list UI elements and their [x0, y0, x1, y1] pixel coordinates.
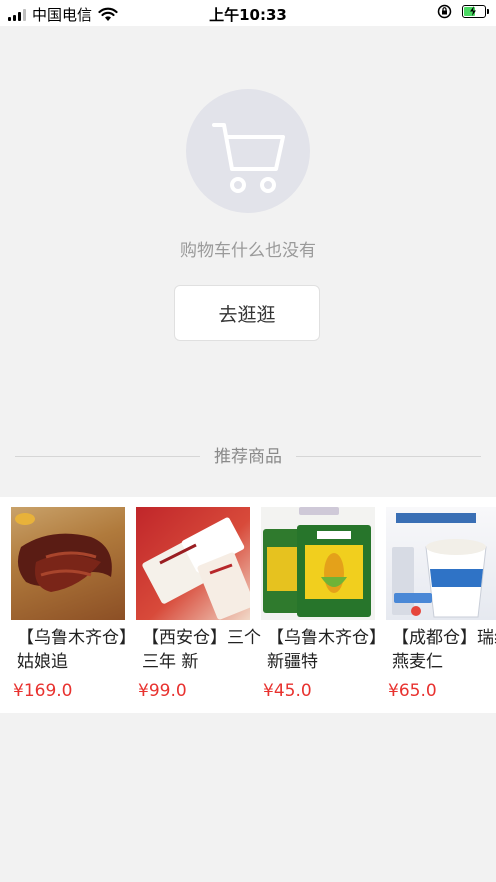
- divider-right: [296, 456, 481, 457]
- corn-powder-bag-image[interactable]: [261, 507, 375, 620]
- status-right: [437, 4, 489, 19]
- empty-cart-illustration: [186, 89, 310, 213]
- product-card[interactable]: 【乌鲁木齐仓】姑娘追 ¥169.0: [11, 507, 136, 701]
- product-name[interactable]: 【西安仓】三个三年 新: [142, 626, 262, 674]
- product-price: ¥65.0: [388, 681, 437, 701]
- product-card[interactable]: 【乌鲁木齐仓】新疆特 ¥45.0: [261, 507, 386, 701]
- clock: 上午10:33: [209, 6, 287, 24]
- battery-icon: [462, 5, 489, 18]
- product-price: ¥169.0: [13, 681, 73, 701]
- product-list: 【乌鲁木齐仓】姑娘追 ¥169.0 【西安仓】三个三年 新 ¥99.0 【乌鲁木…: [0, 497, 496, 713]
- orientation-lock-icon: [437, 4, 452, 19]
- product-card[interactable]: 【西安仓】三个三年 新 ¥99.0: [136, 507, 261, 701]
- charging-bolt-icon: [470, 6, 476, 16]
- product-name[interactable]: 【成都仓】瑞缘燕麦仁: [392, 626, 496, 674]
- empty-cart-message: 购物车什么也没有: [180, 241, 316, 261]
- product-name[interactable]: 【乌鲁木齐仓】姑娘追: [17, 626, 137, 674]
- cart-icon: [212, 123, 285, 193]
- product-price: ¥99.0: [138, 681, 187, 701]
- go-shopping-button[interactable]: 去逛逛: [174, 285, 320, 341]
- product-card[interactable]: 【成都仓】瑞缘燕麦仁 ¥65.0: [386, 507, 496, 701]
- oat-yogurt-cup-image[interactable]: [386, 507, 496, 620]
- milk-tea-box-image[interactable]: [136, 507, 250, 620]
- product-name[interactable]: 【乌鲁木齐仓】新疆特: [267, 626, 387, 674]
- recommended-title: 推荐商品: [214, 447, 282, 467]
- dried-beef-image[interactable]: [11, 507, 125, 620]
- product-price: ¥45.0: [263, 681, 312, 701]
- status-bar: 中国电信 上午10:33: [0, 0, 496, 26]
